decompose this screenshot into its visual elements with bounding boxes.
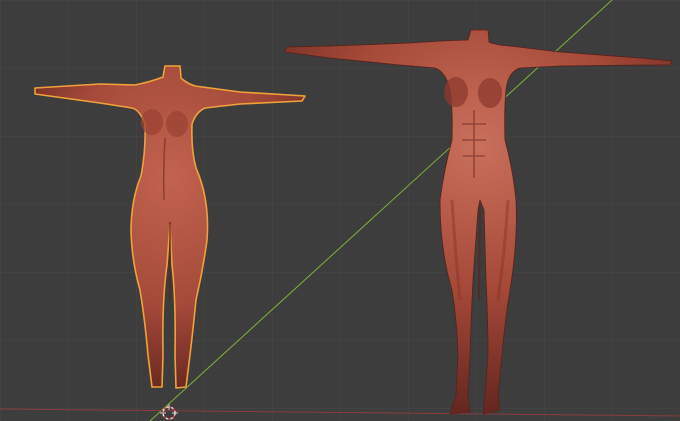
leg-gap-shadow bbox=[478, 204, 481, 301]
3d-viewport[interactable] bbox=[0, 0, 680, 421]
chest-left-detail bbox=[141, 109, 163, 135]
3d-cursor-icon[interactable] bbox=[160, 404, 178, 420]
chest-right-detail bbox=[478, 78, 502, 108]
scene-layer bbox=[34, 29, 673, 420]
body-mesh-muscular[interactable] bbox=[284, 29, 673, 415]
body-mesh-selected[interactable] bbox=[34, 65, 306, 389]
chest-left-detail bbox=[444, 77, 468, 107]
chest-right-detail bbox=[166, 111, 188, 137]
